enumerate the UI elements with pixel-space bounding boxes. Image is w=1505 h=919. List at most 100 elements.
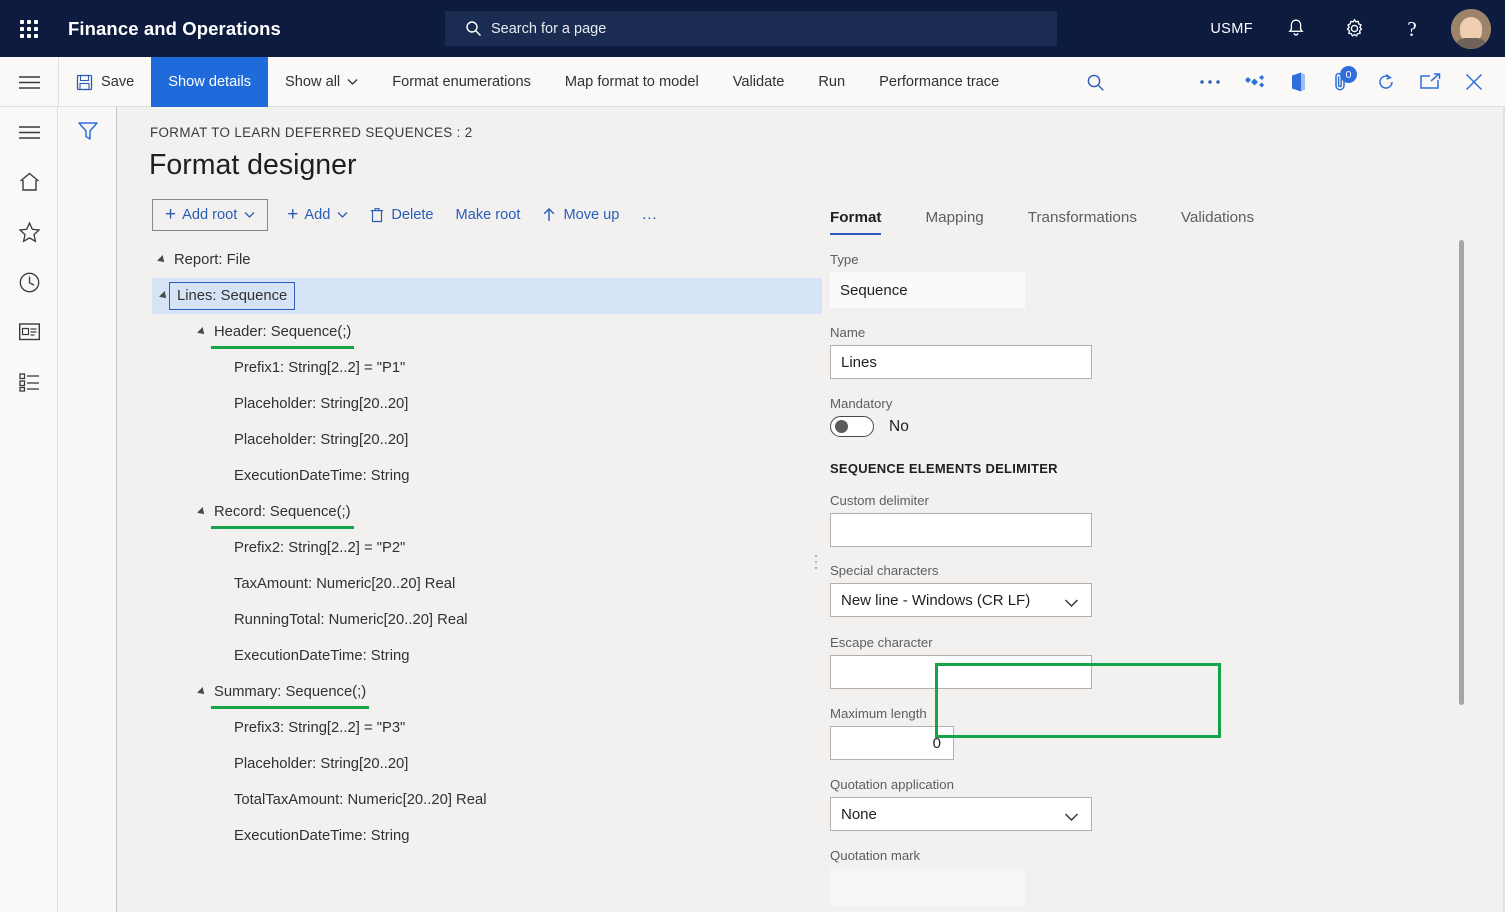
- sidebar-toggle[interactable]: [0, 107, 58, 157]
- tree-node[interactable]: TotalTaxAmount: Numeric[20..20] Real: [152, 782, 892, 818]
- tree-node-label: Prefix1: String[2..2] = "P1": [232, 359, 407, 377]
- command-bar-right-group: 0: [1183, 57, 1505, 107]
- tree-node[interactable]: Report: File: [152, 242, 892, 278]
- tree-node[interactable]: Placeholder: String[20..20]: [152, 386, 892, 422]
- make-root-button[interactable]: Make root: [445, 201, 532, 229]
- expander-icon[interactable]: [152, 256, 172, 264]
- tab-validations[interactable]: Validations: [1181, 209, 1254, 235]
- save-label: Save: [101, 74, 134, 90]
- tree-node[interactable]: Header: Sequence(;): [152, 314, 892, 350]
- tree-node[interactable]: Prefix2: String[2..2] = "P2": [152, 530, 892, 566]
- validate-label: Validate: [733, 74, 785, 90]
- add-button[interactable]: + Add: [276, 201, 359, 229]
- tree-node[interactable]: Summary: Sequence(;): [152, 674, 892, 710]
- sidebar-item-favorites[interactable]: [0, 207, 58, 257]
- save-button[interactable]: Save: [59, 57, 151, 107]
- overflow-ellipsis-icon[interactable]: [1193, 57, 1227, 107]
- chevron-down-icon: [1064, 595, 1079, 612]
- special-characters-select[interactable]: New line - Windows (CR LF): [830, 583, 1092, 617]
- custom-delimiter-input[interactable]: [830, 513, 1092, 547]
- question-mark-icon[interactable]: ?: [1393, 0, 1431, 57]
- tree-node[interactable]: Lines: Sequence: [152, 278, 822, 314]
- sidebar-item-workspaces[interactable]: [0, 307, 58, 357]
- performance-trace-button[interactable]: Performance trace: [862, 57, 1016, 107]
- escape-character-input[interactable]: [830, 655, 1092, 689]
- panel-splitter[interactable]: [811, 547, 821, 577]
- tree-node[interactable]: ExecutionDateTime: String: [152, 818, 892, 854]
- tree-node-label: Prefix2: String[2..2] = "P2": [232, 539, 407, 557]
- quotation-mark-input[interactable]: [830, 868, 1025, 906]
- sidebar-item-home[interactable]: [0, 157, 58, 207]
- escape-character-field-group: Escape character: [830, 635, 1470, 689]
- attachments-icon[interactable]: 0: [1325, 57, 1359, 107]
- tree-node-label: TotalTaxAmount: Numeric[20..20] Real: [232, 791, 489, 809]
- bell-icon[interactable]: [1277, 0, 1315, 57]
- close-icon[interactable]: [1457, 57, 1491, 107]
- map-format-to-model-button[interactable]: Map format to model: [548, 57, 716, 107]
- properties-scrollbar[interactable]: [1459, 240, 1464, 705]
- special-characters-label: Special characters: [830, 563, 1470, 578]
- trash-icon: [370, 207, 384, 223]
- performance-trace-label: Performance trace: [879, 74, 999, 90]
- global-search-input[interactable]: Search for a page: [445, 11, 1057, 46]
- tree-node[interactable]: Placeholder: String[20..20]: [152, 746, 892, 782]
- tree-node[interactable]: Placeholder: String[20..20]: [152, 422, 892, 458]
- maximum-length-input[interactable]: 0: [830, 726, 954, 760]
- open-in-new-window-icon[interactable]: [1413, 57, 1447, 107]
- command-bar: Save Show details Show all Format enumer…: [0, 57, 1505, 107]
- tree-node[interactable]: Prefix1: String[2..2] = "P1": [152, 350, 892, 386]
- tab-transformations[interactable]: Transformations: [1028, 209, 1137, 235]
- delete-button[interactable]: Delete: [359, 201, 444, 229]
- avatar[interactable]: [1451, 9, 1491, 49]
- office-apps-icon[interactable]: [1281, 57, 1315, 107]
- mandatory-value: No: [889, 418, 909, 436]
- command-search-icon[interactable]: [1075, 57, 1115, 107]
- format-enumerations-button[interactable]: Format enumerations: [375, 57, 548, 107]
- tree-node[interactable]: ExecutionDateTime: String: [152, 638, 892, 674]
- expander-icon[interactable]: [192, 688, 212, 696]
- gear-icon[interactable]: [1335, 0, 1373, 57]
- format-tree: Report: File Lines: Sequence Header: Seq…: [152, 242, 892, 902]
- tree-node-label: RunningTotal: Numeric[20..20] Real: [232, 611, 470, 629]
- run-label: Run: [818, 74, 845, 90]
- more-actions-button[interactable]: …: [630, 200, 670, 230]
- tab-format[interactable]: Format: [830, 209, 881, 235]
- mandatory-toggle[interactable]: [830, 416, 874, 437]
- show-all-button[interactable]: Show all: [268, 57, 375, 107]
- show-details-button[interactable]: Show details: [151, 57, 268, 107]
- tab-mapping[interactable]: Mapping: [925, 209, 983, 235]
- expander-icon[interactable]: [192, 508, 212, 516]
- add-root-button[interactable]: + Add root: [152, 199, 268, 231]
- tree-node[interactable]: ExecutionDateTime: String: [152, 458, 892, 494]
- name-input[interactable]: Lines: [830, 345, 1092, 379]
- top-nav-right-group: USMF ?: [1210, 0, 1505, 57]
- type-value: Sequence: [830, 272, 1025, 308]
- custom-delimiter-label: Custom delimiter: [830, 493, 1470, 508]
- validate-button[interactable]: Validate: [716, 57, 802, 107]
- filter-funnel-icon[interactable]: [59, 107, 117, 155]
- waffle-icon[interactable]: [0, 0, 57, 57]
- sidebar-item-recent[interactable]: [0, 257, 58, 307]
- run-button[interactable]: Run: [801, 57, 862, 107]
- tree-node[interactable]: Record: Sequence(;): [152, 494, 892, 530]
- share-dynamics-icon[interactable]: [1237, 57, 1271, 107]
- special-characters-field-group: Special characters New line - Windows (C…: [830, 563, 1470, 617]
- sidebar-item-modules[interactable]: [0, 357, 58, 407]
- tree-node-label: ExecutionDateTime: String: [232, 647, 411, 665]
- tree-node[interactable]: RunningTotal: Numeric[20..20] Real: [152, 602, 892, 638]
- quotation-mark-label: Quotation mark: [830, 848, 1470, 863]
- company-selector[interactable]: USMF: [1210, 21, 1253, 37]
- tree-node[interactable]: Prefix3: String[2..2] = "P3": [152, 710, 892, 746]
- expander-icon[interactable]: [192, 328, 212, 336]
- quotation-mark-field-group: Quotation mark: [830, 848, 1470, 906]
- overflow-ellipsis-icon: …: [641, 206, 659, 224]
- mandatory-toggle-row: No: [830, 416, 1470, 437]
- sequence-elements-delimiter-heading: SEQUENCE ELEMENTS DELIMITER: [830, 461, 1470, 476]
- move-up-button[interactable]: Move up: [531, 201, 630, 229]
- command-bar-items: Save Show details Show all Format enumer…: [58, 57, 1016, 107]
- properties-tabs: Format Mapping Transformations Validatio…: [830, 199, 1470, 235]
- quotation-application-select[interactable]: None: [830, 797, 1092, 831]
- hamburger-menu-icon[interactable]: [0, 57, 58, 107]
- tree-node[interactable]: TaxAmount: Numeric[20..20] Real: [152, 566, 892, 602]
- refresh-icon[interactable]: [1369, 57, 1403, 107]
